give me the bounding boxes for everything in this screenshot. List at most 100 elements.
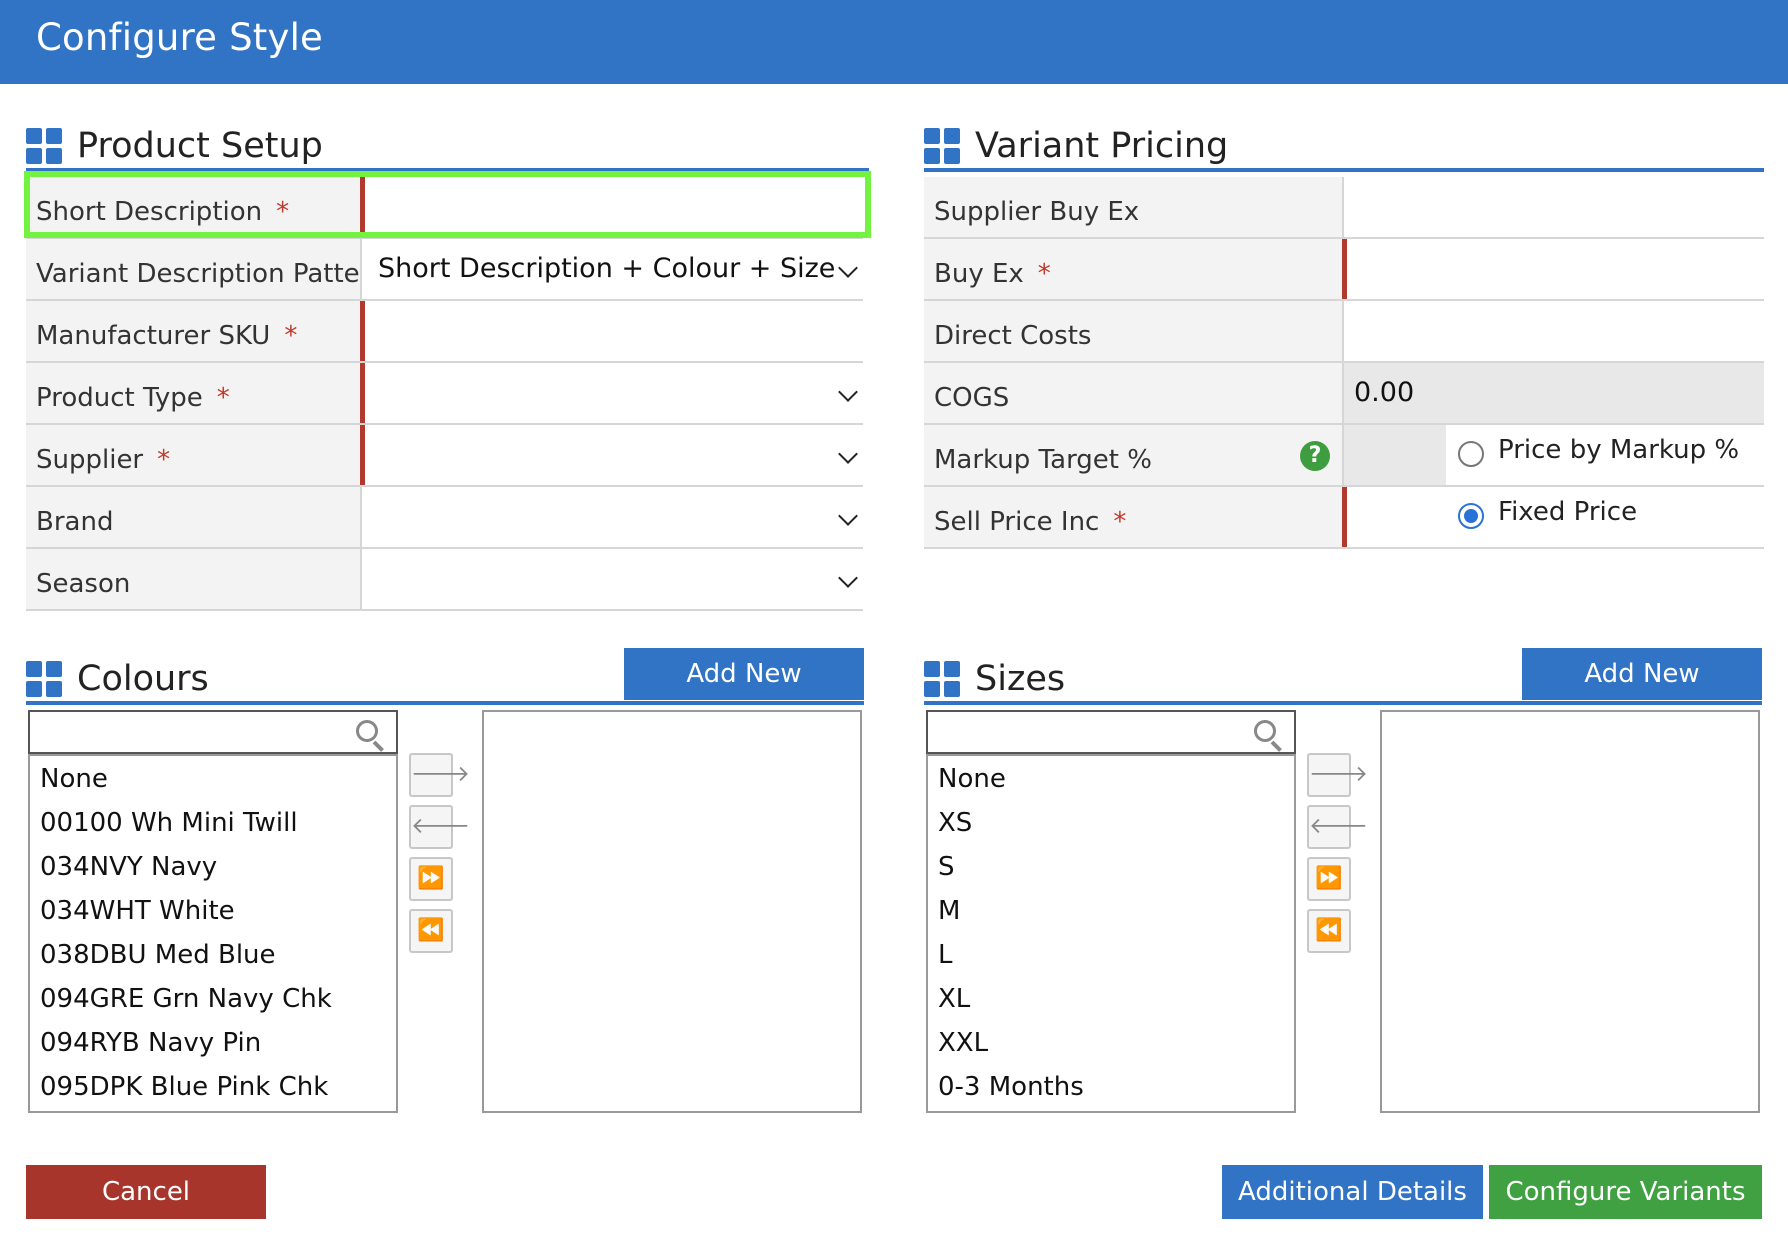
- sizes-search-input[interactable]: [934, 716, 1234, 748]
- chevron-down-icon: [838, 382, 858, 402]
- field-sell-price-inc: Sell Price Inc * Fixed Price: [924, 487, 1764, 549]
- list-item[interactable]: XS: [938, 808, 972, 838]
- sizes-available-list[interactable]: None XS S M L XL XXL 0-3 Months: [926, 754, 1296, 1113]
- sizes-selected-list[interactable]: [1380, 710, 1760, 1113]
- colours-remove-selected-button[interactable]: 🡐: [409, 805, 470, 849]
- list-item[interactable]: S: [938, 852, 955, 882]
- list-item[interactable]: 094RYB Navy Pin: [40, 1028, 261, 1058]
- field-supplier: Supplier *: [26, 425, 863, 487]
- colours-available-list[interactable]: None 00100 Wh Mini Twill 034NVY Navy 034…: [28, 754, 398, 1113]
- grid-icon: [924, 661, 960, 697]
- help-icon[interactable]: ?: [1300, 441, 1330, 471]
- field-buy-ex: Buy Ex *: [924, 239, 1764, 301]
- sell-price-inc-input[interactable]: [1342, 487, 1446, 547]
- configure-variants-button[interactable]: Configure Variants: [1489, 1165, 1762, 1219]
- field-label: Short Description *: [26, 177, 360, 237]
- colours-remove-all-button[interactable]: ⏪: [409, 909, 453, 953]
- chevron-down-icon: [838, 444, 858, 464]
- grid-icon: [924, 128, 960, 164]
- required-mark: *: [216, 383, 230, 413]
- cancel-button[interactable]: Cancel: [26, 1165, 266, 1219]
- sizes-remove-selected-button[interactable]: 🡐: [1307, 805, 1368, 849]
- sizes-add-selected-button[interactable]: 🡒: [1307, 753, 1368, 797]
- field-label: COGS: [924, 363, 1342, 423]
- field-label: Supplier Buy Ex: [924, 177, 1342, 237]
- window-titlebar: Configure Style: [0, 0, 1788, 84]
- supplier-select[interactable]: [360, 425, 863, 485]
- field-markup-target: Markup Target % ? Price by Markup %: [924, 425, 1764, 487]
- sizes-add-all-button[interactable]: ⏩: [1307, 857, 1351, 901]
- sizes-remove-all-button[interactable]: ⏪: [1307, 909, 1351, 953]
- required-mark: *: [1113, 507, 1127, 537]
- brand-select[interactable]: [360, 487, 863, 547]
- list-item[interactable]: 00100 Wh Mini Twill: [40, 808, 298, 838]
- colours-add-all-button[interactable]: ⏩: [409, 857, 453, 901]
- field-label: Variant Description Pattern: [26, 239, 386, 299]
- price-by-markup-label: Price by Markup %: [1498, 435, 1740, 465]
- field-label: Markup Target %: [924, 425, 1342, 485]
- colours-search-box[interactable]: [28, 710, 398, 754]
- product-setup-header: Product Setup: [26, 112, 869, 172]
- price-by-markup-option[interactable]: Price by Markup %: [1446, 425, 1764, 485]
- list-item[interactable]: 0-3 Months: [938, 1072, 1084, 1102]
- supplier-buy-ex-input[interactable]: [1342, 177, 1764, 237]
- chevron-down-icon: [838, 568, 858, 588]
- colours-add-selected-button[interactable]: 🡒: [409, 753, 470, 797]
- fixed-price-radio[interactable]: [1458, 503, 1484, 529]
- field-label: Sell Price Inc *: [924, 487, 1342, 547]
- product-setup-title: Product Setup: [77, 126, 323, 166]
- field-label: Supplier *: [26, 425, 360, 485]
- field-season: Season: [26, 549, 863, 611]
- search-icon: [354, 718, 386, 752]
- additional-details-button[interactable]: Additional Details: [1222, 1165, 1483, 1219]
- field-label: Brand: [26, 487, 360, 547]
- list-item[interactable]: 094GRE Grn Navy Chk: [40, 984, 332, 1014]
- field-variant-description-pattern: Variant Description Pattern Short Descri…: [26, 239, 863, 301]
- variant-pricing-title: Variant Pricing: [975, 126, 1229, 166]
- list-item[interactable]: 034NVY Navy: [40, 852, 217, 882]
- colours-add-new-button[interactable]: Add New: [624, 648, 864, 700]
- season-select[interactable]: [360, 549, 863, 609]
- markup-target-input: [1342, 425, 1446, 485]
- list-item[interactable]: None: [40, 764, 108, 794]
- cogs-value: 0.00: [1342, 363, 1764, 423]
- field-label: Season: [26, 549, 360, 609]
- list-item[interactable]: 038DBU Med Blue: [40, 940, 276, 970]
- variant-description-pattern-select[interactable]: Short Description + Colour + Size: [360, 239, 863, 299]
- field-product-type: Product Type *: [26, 363, 863, 425]
- sizes-search-box[interactable]: [926, 710, 1296, 754]
- manufacturer-sku-input[interactable]: [360, 301, 863, 361]
- required-mark: *: [1037, 259, 1051, 289]
- direct-costs-input[interactable]: [1342, 301, 1764, 361]
- field-label: Manufacturer SKU *: [26, 301, 360, 361]
- list-item[interactable]: 034WHT White: [40, 896, 235, 926]
- list-item[interactable]: XXL: [938, 1028, 988, 1058]
- list-item[interactable]: M: [938, 896, 960, 926]
- list-item[interactable]: None: [938, 764, 1006, 794]
- grid-icon: [26, 661, 62, 697]
- field-direct-costs: Direct Costs: [924, 301, 1764, 363]
- variant-pricing-header: Variant Pricing: [924, 112, 1764, 172]
- buy-ex-input[interactable]: [1342, 239, 1764, 299]
- product-type-select[interactable]: [360, 363, 863, 423]
- sizes-add-new-button[interactable]: Add New: [1522, 648, 1762, 700]
- search-icon: [1252, 718, 1284, 752]
- list-item[interactable]: XL: [938, 984, 970, 1014]
- short-description-input[interactable]: [360, 177, 863, 237]
- colours-selected-list[interactable]: [482, 710, 862, 1113]
- field-cogs: COGS 0.00: [924, 363, 1764, 425]
- chevron-down-icon: [838, 506, 858, 526]
- colours-search-input[interactable]: [36, 716, 336, 748]
- window-title: Configure Style: [36, 16, 324, 59]
- colours-title: Colours: [77, 659, 209, 699]
- list-item[interactable]: 095DPK Blue Pink Chk: [40, 1072, 328, 1102]
- grid-icon: [26, 128, 62, 164]
- field-label: Buy Ex *: [924, 239, 1342, 299]
- field-label: Direct Costs: [924, 301, 1342, 361]
- price-by-markup-radio[interactable]: [1458, 441, 1484, 467]
- field-short-description: Short Description *: [26, 177, 863, 239]
- chevron-down-icon: [838, 258, 858, 278]
- field-supplier-buy-ex: Supplier Buy Ex: [924, 177, 1764, 239]
- list-item[interactable]: L: [938, 940, 953, 970]
- fixed-price-option[interactable]: Fixed Price: [1446, 487, 1764, 547]
